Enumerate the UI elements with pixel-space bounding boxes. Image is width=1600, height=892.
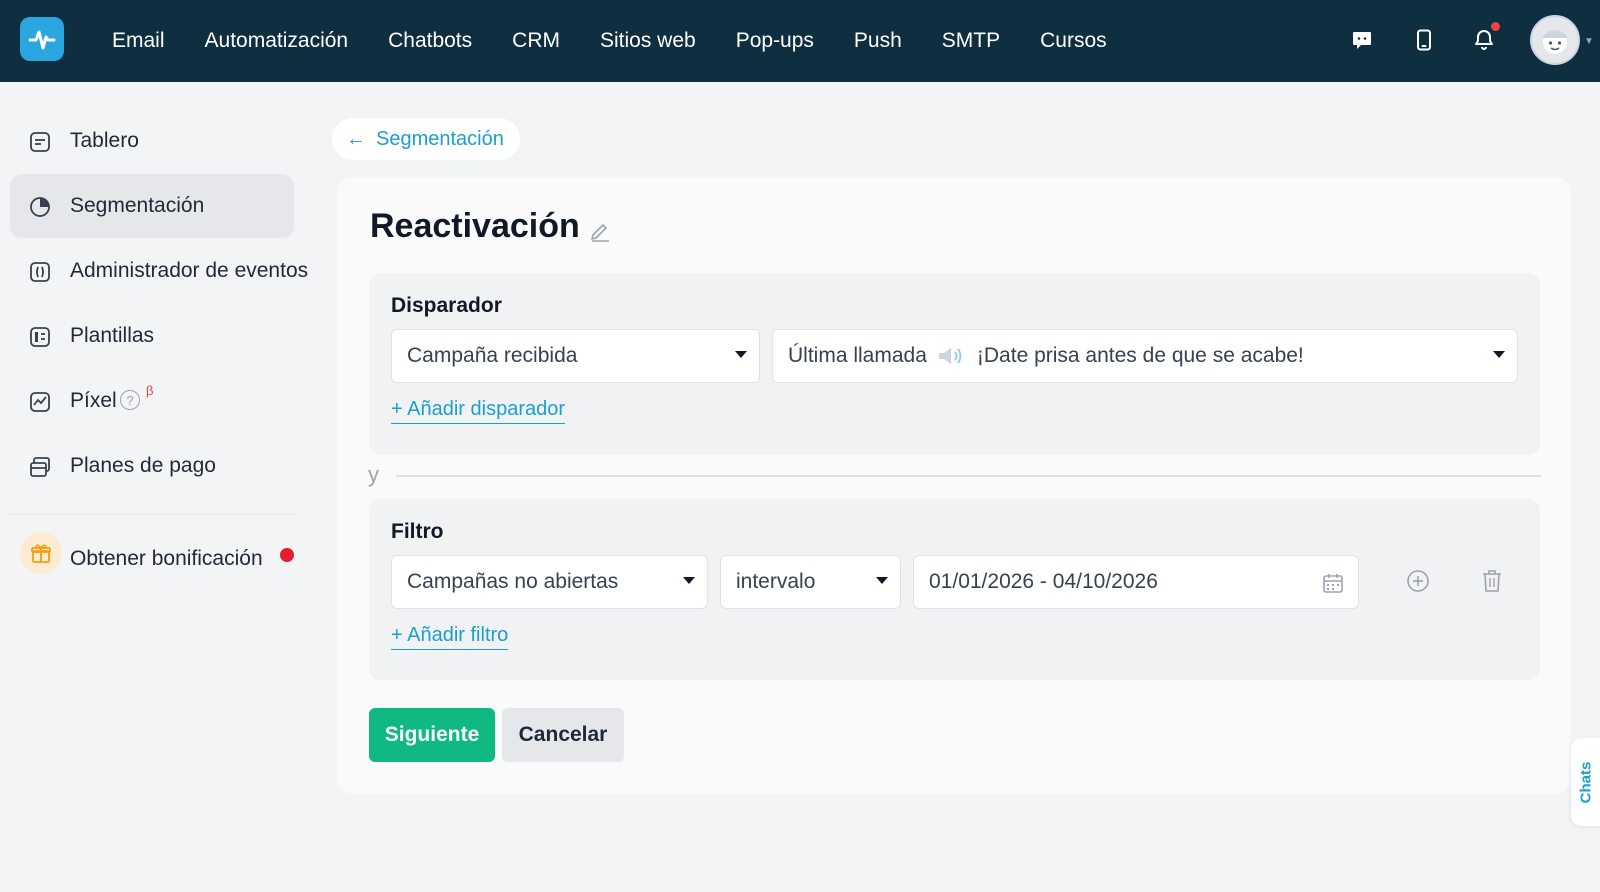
sidebar-item-label: Plantillas	[70, 324, 155, 347]
payment-plans-icon	[28, 455, 52, 479]
nav-websites[interactable]: Sitios web	[600, 29, 696, 53]
sidebar-item-segmentation[interactable]: Segmentación	[10, 174, 294, 238]
sidebar-item-label: Obtener bonificación	[70, 547, 263, 570]
main-nav: Email Automatización Chatbots CRM Sitios…	[112, 0, 1107, 82]
pulse-logo-icon	[28, 30, 56, 50]
add-trigger-link[interactable]: + Añadir disparador	[391, 398, 566, 424]
trigger-event-select[interactable]: Campaña recibida	[391, 329, 760, 383]
sidebar-item-templates[interactable]: Plantillas	[10, 304, 294, 368]
bell-icon[interactable]	[1470, 22, 1500, 54]
nav-push[interactable]: Push	[854, 29, 902, 53]
user-avatar[interactable]	[1530, 15, 1580, 65]
segment-editor-card	[337, 177, 1571, 794]
help-icon[interactable]: ?	[120, 390, 140, 410]
select-value-prefix: Última llamada	[788, 344, 927, 367]
sidebar-item-payment-plans[interactable]: Planes de pago	[10, 434, 294, 498]
notification-dot	[1491, 22, 1500, 31]
sidebar-divider	[10, 514, 294, 515]
nav-chatbots[interactable]: Chatbots	[388, 29, 472, 53]
filter-section: Filtro Campañas no abiertas intervalo 01…	[369, 499, 1540, 680]
next-button[interactable]: Siguiente	[369, 708, 495, 762]
filter-title: Filtro	[391, 520, 444, 543]
chat-support-icon[interactable]	[1348, 26, 1376, 54]
sidebar-item-label: Planes de pago	[70, 454, 216, 477]
sidebar-item-label: Segmentación	[70, 194, 205, 217]
pixel-icon	[28, 390, 52, 414]
chats-side-tab[interactable]: Chats	[1571, 738, 1600, 826]
caret-down-icon	[683, 577, 695, 584]
nav-courses[interactable]: Cursos	[1040, 29, 1107, 53]
megaphone-icon	[937, 346, 963, 366]
nav-popups[interactable]: Pop-ups	[736, 29, 814, 53]
templates-icon	[28, 325, 52, 349]
nav-email[interactable]: Email	[112, 29, 165, 53]
beta-badge: β	[146, 383, 154, 398]
calendar-icon[interactable]	[1322, 572, 1344, 600]
sidebar-item-label: Administrador de eventos	[70, 259, 309, 282]
trigger-title: Disparador	[391, 294, 502, 317]
top-navigation-bar: Email Automatización Chatbots CRM Sitios…	[0, 0, 1600, 82]
events-icon	[28, 260, 52, 284]
mobile-icon[interactable]	[1410, 26, 1438, 54]
app-logo[interactable]	[20, 17, 64, 61]
and-connector-label: y	[368, 462, 379, 487]
add-condition-icon[interactable]	[1405, 568, 1431, 599]
dashboard-icon	[28, 130, 52, 154]
nav-crm[interactable]: CRM	[512, 29, 560, 53]
filter-type-select[interactable]: Campañas no abiertas	[391, 555, 708, 609]
select-value: Campaña recibida	[407, 344, 578, 367]
back-to-segmentation-button[interactable]: ← Segmentación	[332, 118, 520, 160]
sidebar-item-events[interactable]: Administrador de eventos	[10, 239, 308, 303]
edit-pencil-icon[interactable]	[588, 218, 612, 242]
caret-down-icon	[1493, 351, 1505, 358]
chevron-down-icon[interactable]: ▼	[1584, 36, 1594, 47]
user-face-icon	[1543, 30, 1567, 54]
nav-automation[interactable]: Automatización	[205, 29, 349, 53]
select-value: intervalo	[736, 570, 816, 593]
sidebar-item-label: Tablero	[70, 129, 139, 152]
nav-smtp[interactable]: SMTP	[942, 29, 1000, 53]
caret-down-icon	[876, 577, 888, 584]
and-connector-line	[396, 475, 1541, 477]
breadcrumb-label: Segmentación	[376, 127, 504, 150]
sidebar-item-label: Píxel	[70, 389, 117, 412]
gift-icon[interactable]	[20, 532, 62, 574]
select-value: Campañas no abiertas	[407, 570, 619, 593]
cancel-button[interactable]: Cancelar	[502, 708, 624, 762]
caret-down-icon	[735, 351, 747, 358]
sidebar-item-pixel[interactable]: Píxel ? β	[10, 369, 294, 433]
bonus-alert-dot	[280, 548, 294, 562]
date-range-value: 01/01/2026 - 04/10/2026	[929, 570, 1158, 593]
arrow-left-icon: ←	[346, 127, 366, 150]
sidebar: Tablero Segmentación Administrador de ev…	[0, 82, 325, 892]
trigger-section: Disparador Campaña recibida Última llama…	[369, 273, 1540, 455]
add-filter-link[interactable]: + Añadir filtro	[391, 624, 509, 650]
page-title: Reactivación	[370, 207, 580, 245]
trash-icon[interactable]	[1480, 568, 1504, 599]
trigger-campaign-select[interactable]: Última llamada ¡Date prisa antes de que …	[772, 329, 1518, 383]
chats-tab-label: Chats	[1577, 761, 1595, 803]
select-value-suffix: ¡Date prisa antes de que se acabe!	[976, 344, 1304, 367]
date-range-input[interactable]: 01/01/2026 - 04/10/2026	[913, 555, 1359, 609]
filter-operator-select[interactable]: intervalo	[720, 555, 901, 609]
pie-chart-icon	[28, 195, 52, 219]
sidebar-item-dashboard[interactable]: Tablero	[10, 109, 294, 173]
